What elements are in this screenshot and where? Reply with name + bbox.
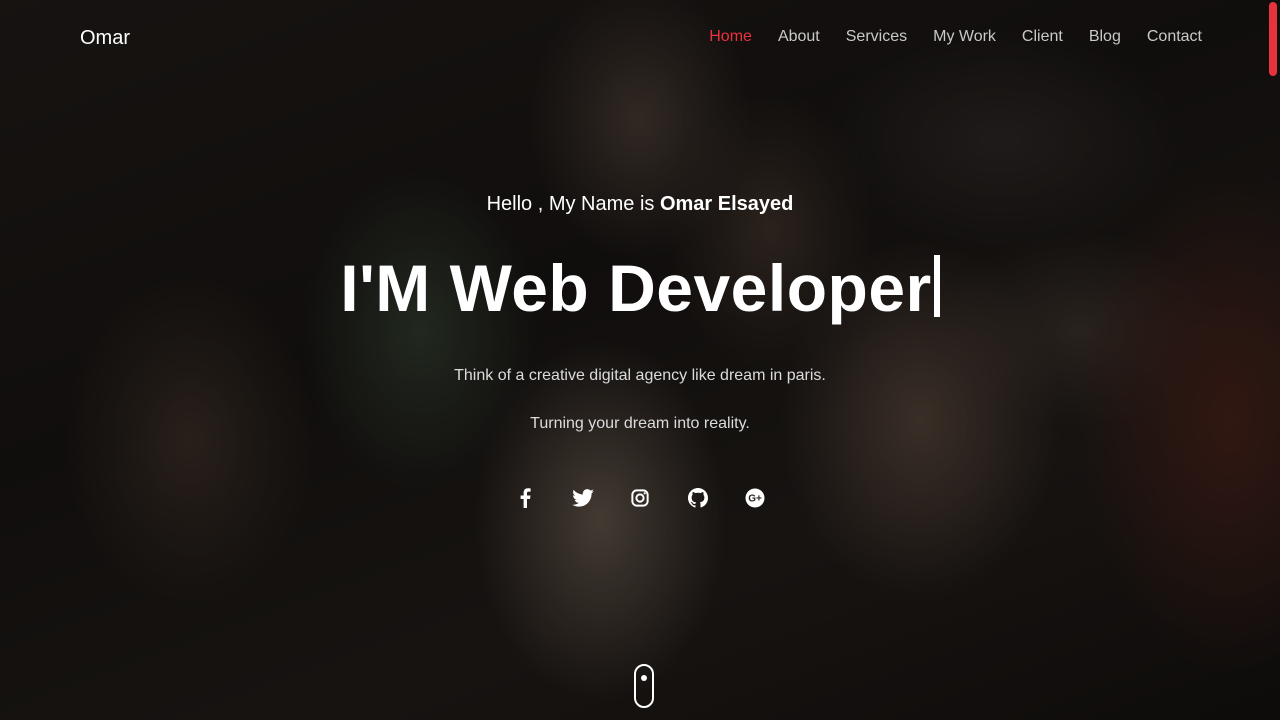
nav-link-my-work[interactable]: My Work bbox=[933, 28, 996, 45]
nav-item-blog: Blog bbox=[1089, 27, 1121, 47]
twitter-icon bbox=[571, 489, 594, 507]
nav-item-home: Home bbox=[709, 27, 752, 47]
greeting-prefix: Hello , My Name is bbox=[486, 193, 655, 215]
instagram-link[interactable] bbox=[625, 484, 655, 512]
github-link[interactable] bbox=[683, 484, 713, 512]
tagline-primary: Think of a creative digital agency like … bbox=[454, 367, 826, 384]
navbar: Omar Home About Services My Work Client … bbox=[0, 0, 1280, 76]
google-plus-link[interactable]: G+ bbox=[740, 484, 770, 512]
nav-item-contact: Contact bbox=[1147, 27, 1202, 47]
nav-link-blog[interactable]: Blog bbox=[1089, 28, 1121, 45]
nav-link-contact[interactable]: Contact bbox=[1147, 28, 1202, 45]
nav-item-client: Client bbox=[1022, 27, 1063, 47]
instagram-icon bbox=[631, 489, 649, 507]
nav-link-services[interactable]: Services bbox=[846, 28, 907, 45]
greeting: Hello , My Name is Omar Elsayed bbox=[0, 192, 1280, 216]
brand-logo[interactable]: Omar bbox=[80, 26, 130, 50]
nav-item-my-work: My Work bbox=[933, 27, 996, 47]
svg-text:G+: G+ bbox=[748, 494, 762, 505]
nav-link-home[interactable]: Home bbox=[709, 28, 752, 45]
hero-section: Omar Home About Services My Work Client … bbox=[0, 0, 1280, 720]
nav-item-about: About bbox=[778, 27, 820, 47]
typing-cursor bbox=[933, 255, 940, 317]
mouse-wheel bbox=[641, 675, 647, 681]
nav-menu: Home About Services My Work Client Blog … bbox=[683, 27, 1202, 47]
headline-text: I'M Web Developer bbox=[340, 251, 932, 325]
twitter-link[interactable] bbox=[568, 484, 598, 512]
hero-content: Hello , My Name is Omar Elsayed I'M Web … bbox=[0, 0, 1280, 720]
nav-link-about[interactable]: About bbox=[778, 28, 820, 45]
scroll-down-mouse-icon[interactable] bbox=[634, 664, 654, 708]
social-links: G+ bbox=[510, 484, 770, 512]
facebook-link[interactable] bbox=[510, 484, 540, 512]
nav-link-client[interactable]: Client bbox=[1022, 28, 1063, 45]
hero-headline: I'M Web Developer bbox=[0, 248, 1280, 328]
facebook-icon bbox=[520, 488, 531, 508]
google-plus-icon: G+ bbox=[745, 488, 765, 508]
nav-item-services: Services bbox=[846, 27, 907, 47]
tagline-secondary: Turning your dream into reality. bbox=[530, 415, 750, 432]
greeting-name: Omar Elsayed bbox=[659, 193, 794, 215]
github-icon bbox=[687, 488, 708, 508]
page-scrollbar-thumb[interactable] bbox=[1269, 2, 1277, 76]
